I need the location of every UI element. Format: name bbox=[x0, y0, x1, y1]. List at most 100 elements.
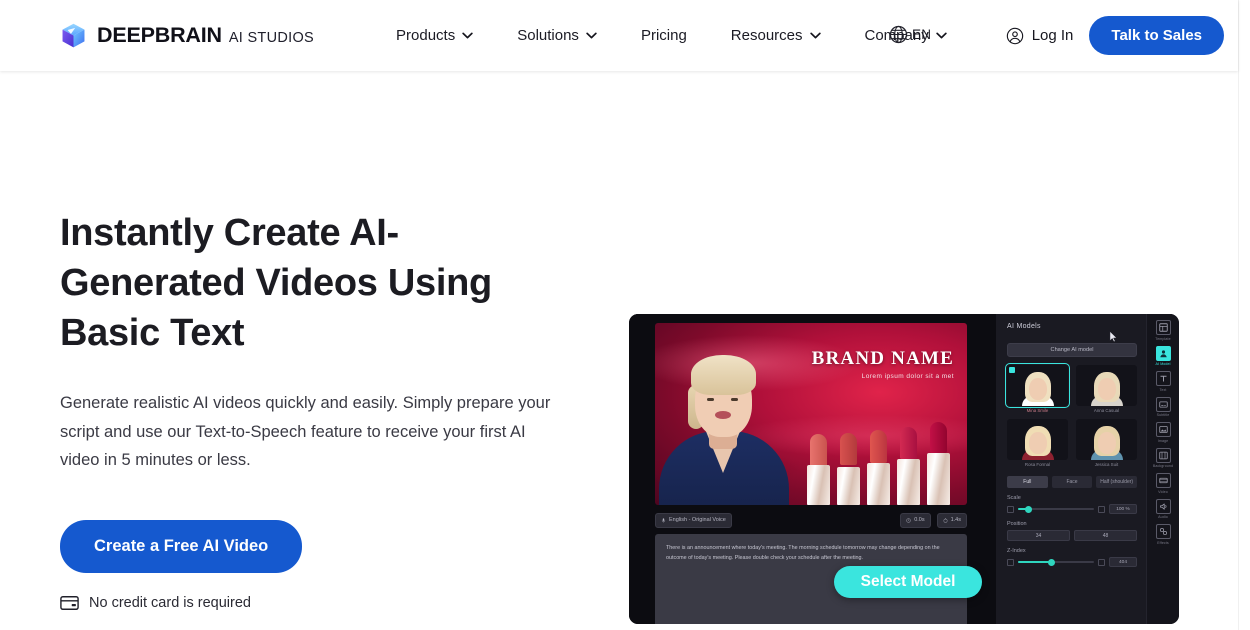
brand-subname: AI STUDIOS bbox=[228, 30, 315, 46]
canvas-brand-name: BRAND NAME bbox=[811, 348, 954, 369]
rail-label: Video bbox=[1158, 489, 1168, 494]
site-header: DEEPBRAIN AI STUDIOS Products Solutions … bbox=[0, 0, 1238, 71]
rail-label: Text bbox=[1159, 387, 1167, 392]
scale-slider[interactable] bbox=[1018, 505, 1094, 513]
language-selector[interactable]: EN bbox=[888, 24, 931, 45]
segment-face[interactable]: Face bbox=[1051, 476, 1093, 488]
zindex-value[interactable]: 404 bbox=[1109, 557, 1137, 567]
zindex-label: Z-Index bbox=[1007, 548, 1026, 554]
zindex-front-icon[interactable] bbox=[1098, 558, 1105, 566]
properties-panel: AI Models Change AI model Mina Smile Ann… bbox=[996, 314, 1146, 624]
nav-item-pricing[interactable]: Pricing bbox=[619, 27, 709, 44]
model-card[interactable]: Jessica Suit bbox=[1076, 419, 1137, 467]
canvas-brand-tagline: Lorem ipsum dolor sit a met bbox=[861, 373, 954, 380]
cube-logo-icon bbox=[62, 23, 85, 48]
rail-item-ai-model[interactable]: AI Model bbox=[1148, 345, 1178, 366]
position-x-input[interactable]: 34 bbox=[1007, 530, 1070, 541]
timer-icon bbox=[943, 517, 948, 523]
audio-icon bbox=[1159, 503, 1166, 510]
nav-label: Products bbox=[396, 27, 456, 44]
rail-item-template[interactable]: Template bbox=[1148, 320, 1178, 341]
script-text: There is an announcement where today's m… bbox=[666, 545, 940, 561]
rail-item-image[interactable]: Image bbox=[1148, 422, 1178, 443]
position-label: Position bbox=[1007, 521, 1027, 527]
model-name: Jessica Suit bbox=[1094, 462, 1119, 467]
select-model-button[interactable]: Select Model bbox=[834, 566, 982, 598]
video-canvas[interactable]: BRAND NAME Lorem ipsum dolor sit a met bbox=[655, 323, 967, 505]
video-icon bbox=[1158, 477, 1168, 484]
editor-tool-rail: Template AI Model Text Subtitle Image Ba… bbox=[1146, 314, 1179, 624]
scale-label: Scale bbox=[1007, 495, 1021, 501]
panel-title: AI Models bbox=[1007, 323, 1041, 330]
hero-section: Instantly Create AI-Generated Videos Usi… bbox=[0, 71, 1250, 630]
model-card[interactable]: Mina Smile bbox=[1005, 363, 1070, 413]
background-icon bbox=[1158, 451, 1168, 459]
chevron-down-icon bbox=[809, 32, 821, 39]
timing-label: 0.0s bbox=[914, 517, 925, 523]
rail-item-subtitle[interactable]: Subtitle bbox=[1148, 396, 1178, 417]
rail-label: Template bbox=[1155, 336, 1171, 341]
timing-chip-start[interactable]: 0.0s bbox=[900, 512, 931, 528]
video-editor-mock: BRAND NAME Lorem ipsum dolor sit a met E… bbox=[629, 314, 1179, 624]
zindex-slider[interactable] bbox=[1018, 558, 1094, 566]
rail-label: Audio bbox=[1158, 515, 1168, 519]
globe-icon bbox=[889, 25, 908, 44]
model-grid: Mina Smile Anna Casual Rosa Formal Jessi… bbox=[1005, 363, 1137, 467]
main-navigation: Products Solutions Pricing Resources Com… bbox=[374, 27, 969, 44]
rail-label: AI Model bbox=[1155, 362, 1171, 366]
brand-name: DEEPBRAIN bbox=[97, 23, 222, 47]
text-icon bbox=[1160, 375, 1166, 382]
zindex-control: Z-Index 404 bbox=[1007, 548, 1137, 567]
subtitle-icon bbox=[1158, 400, 1168, 408]
talk-to-sales-button[interactable]: Talk to Sales bbox=[1089, 16, 1224, 55]
model-card[interactable]: Rosa Formal bbox=[1007, 419, 1068, 467]
timing-label: 1.4s bbox=[950, 517, 961, 523]
brand-logo[interactable]: DEEPBRAIN AI STUDIOS bbox=[60, 22, 314, 49]
voice-language-label: English - Original Voice bbox=[669, 517, 726, 523]
clock-icon bbox=[906, 517, 911, 523]
voice-language-chip[interactable]: English - Original Voice bbox=[655, 512, 732, 528]
nav-item-products[interactable]: Products bbox=[374, 27, 495, 44]
model-card[interactable]: Anna Casual bbox=[1076, 365, 1137, 413]
login-label: Log In bbox=[1031, 27, 1074, 44]
rail-item-text[interactable]: Text bbox=[1148, 371, 1178, 392]
page-scrollbar[interactable] bbox=[1238, 0, 1250, 630]
rail-label: Subtitle bbox=[1156, 413, 1170, 417]
chevron-down-icon bbox=[935, 32, 947, 39]
create-free-ai-video-button[interactable]: Create a Free AI Video bbox=[60, 519, 303, 573]
image-icon bbox=[1158, 426, 1168, 433]
login-button[interactable]: Log In bbox=[1006, 27, 1074, 45]
rail-item-background[interactable]: Background bbox=[1148, 447, 1178, 468]
rail-item-video[interactable]: Video bbox=[1148, 473, 1178, 494]
scale-control: Scale 100 % bbox=[1007, 495, 1137, 514]
user-circle-icon bbox=[1006, 27, 1023, 44]
segment-half[interactable]: Half (shoulder) bbox=[1096, 476, 1138, 488]
position-control: Position 34 48 bbox=[1007, 521, 1137, 541]
change-ai-model-button[interactable]: Change AI model bbox=[1007, 343, 1137, 357]
lock-ratio-icon[interactable] bbox=[1007, 505, 1014, 513]
rail-item-audio[interactable]: Audio bbox=[1148, 498, 1178, 519]
mouse-cursor-icon bbox=[1109, 330, 1118, 343]
segment-full[interactable]: Full bbox=[1007, 476, 1048, 488]
reset-icon[interactable] bbox=[1098, 505, 1105, 513]
effects-icon bbox=[1159, 527, 1167, 536]
language-code: EN bbox=[912, 27, 932, 42]
page-title: Instantly Create AI-Generated Videos Usi… bbox=[60, 212, 492, 354]
rail-item-effects[interactable]: Effects bbox=[1148, 524, 1178, 545]
lipstick-product-group bbox=[807, 422, 959, 505]
nav-item-resources[interactable]: Resources bbox=[709, 27, 843, 44]
credit-card-icon bbox=[60, 595, 79, 610]
zindex-back-icon[interactable] bbox=[1007, 558, 1014, 566]
header-actions: Log In Talk to Sales bbox=[1006, 0, 1224, 71]
position-y-input[interactable]: 48 bbox=[1074, 530, 1137, 541]
timing-chip-duration[interactable]: 1.4s bbox=[936, 512, 967, 528]
rail-label: Effects bbox=[1157, 540, 1169, 545]
chevron-down-icon bbox=[586, 32, 597, 39]
nav-label: Solutions bbox=[517, 27, 579, 44]
no-credit-card-note: No credit card is required bbox=[60, 595, 580, 611]
scale-value[interactable]: 100 % bbox=[1109, 504, 1137, 514]
editor-stage-column: BRAND NAME Lorem ipsum dolor sit a met E… bbox=[629, 314, 996, 624]
nav-item-solutions[interactable]: Solutions bbox=[495, 27, 619, 44]
nav-label: Pricing bbox=[640, 27, 687, 44]
hero-product-preview: BRAND NAME Lorem ipsum dolor sit a met E… bbox=[629, 314, 1179, 624]
